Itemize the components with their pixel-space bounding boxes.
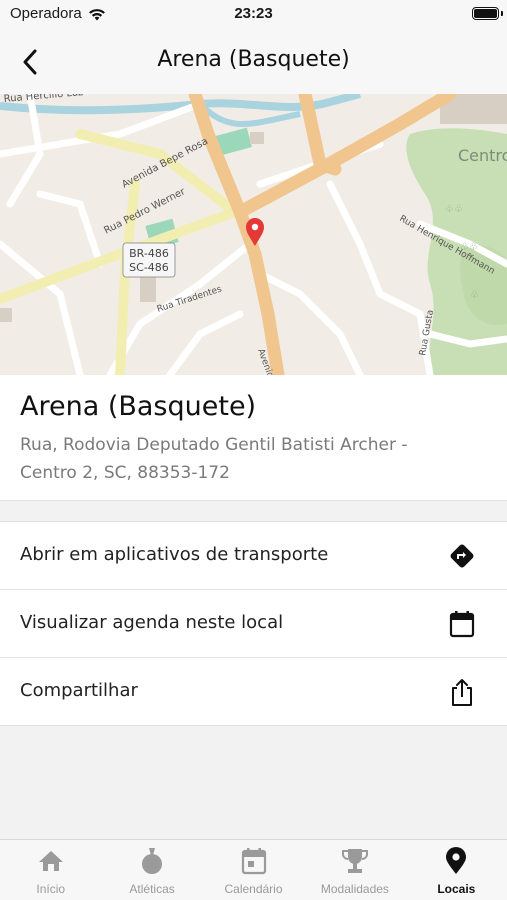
tab-label: Atléticas — [129, 882, 175, 896]
action-label: Compartilhar — [20, 680, 138, 701]
status-time: 23:23 — [234, 5, 273, 22]
tab-modalidades[interactable]: Modalidades — [304, 840, 405, 900]
calendar-icon — [447, 609, 477, 639]
tab-locais[interactable]: Locais — [406, 840, 507, 900]
tab-label: Modalidades — [320, 882, 389, 896]
calendar-icon — [203, 847, 304, 875]
battery-icon — [472, 7, 499, 20]
svg-text:♧: ♧ — [470, 290, 479, 301]
tab-atleticas[interactable]: Atléticas — [101, 840, 202, 900]
svg-text:♧♧: ♧♧ — [445, 204, 463, 215]
medal-icon — [101, 847, 202, 875]
share-icon — [447, 677, 477, 707]
tab-label: Locais — [437, 882, 476, 896]
tab-calendario[interactable]: Calendário — [203, 840, 304, 900]
share-button[interactable]: Compartilhar — [0, 658, 507, 726]
place-name: Arena (Basquete) — [20, 391, 257, 422]
location-pin-icon — [406, 847, 507, 875]
map-view[interactable]: BR-486 SC-486 Rua Hercílio Luz Avenida B… — [0, 94, 507, 375]
place-info: Arena (Basquete) Rua, Rodovia Deputado G… — [0, 375, 507, 501]
page-title: Arena (Basquete) — [157, 47, 350, 72]
trophy-icon — [304, 847, 405, 875]
status-bar: Operadora 23:23 — [0, 0, 507, 30]
tab-inicio[interactable]: Início — [0, 840, 101, 900]
map-canvas: BR-486 SC-486 Rua Hercílio Luz Avenida B… — [0, 94, 507, 375]
tab-bar: Início Atléticas Calendário Modalidades … — [0, 839, 507, 900]
map-label-sc486: SC-486 — [129, 261, 169, 274]
place-address: Rua, Rodovia Deputado Gentil Batisti Arc… — [20, 435, 408, 483]
tab-label: Início — [36, 882, 66, 896]
map-label-centro: Centro — [458, 146, 507, 165]
actions-list: Abrir em aplicativos de transporte Visua… — [0, 521, 507, 726]
map-label-br486: BR-486 — [129, 247, 169, 260]
nav-header: Arena (Basquete) — [0, 30, 507, 94]
home-icon — [0, 847, 101, 875]
action-label: Abrir em aplicativos de transporte — [20, 544, 329, 565]
view-schedule-button[interactable]: Visualizar agenda neste local — [0, 590, 507, 658]
directions-icon — [447, 541, 477, 571]
open-transport-apps-button[interactable]: Abrir em aplicativos de transporte — [0, 522, 507, 590]
svg-text:♧♧: ♧♧ — [460, 242, 478, 253]
tab-label: Calendário — [224, 882, 283, 896]
action-label: Visualizar agenda neste local — [20, 612, 284, 633]
